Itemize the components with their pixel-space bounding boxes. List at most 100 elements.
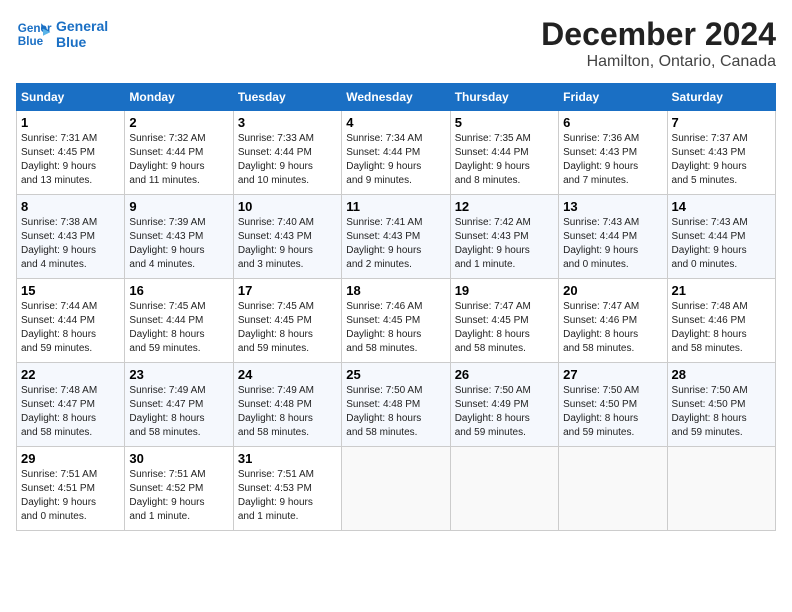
calendar-cell bbox=[667, 447, 775, 531]
week-row-1: 1 Sunrise: 7:31 AMSunset: 4:45 PMDaylight… bbox=[17, 111, 776, 195]
calendar-cell: 17Sunrise: 7:45 AMSunset: 4:45 PMDayligh… bbox=[233, 279, 341, 363]
day-number: 6 bbox=[563, 115, 662, 130]
svg-text:Blue: Blue bbox=[18, 35, 44, 48]
calendar-cell: 28Sunrise: 7:50 AMSunset: 4:50 PMDayligh… bbox=[667, 363, 775, 447]
day-number: 16 bbox=[129, 283, 228, 298]
day-number: 5 bbox=[455, 115, 554, 130]
day-number: 27 bbox=[563, 367, 662, 382]
week-row-3: 15 Sunrise: 7:44 AMSunset: 4:44 PMDayligh… bbox=[17, 279, 776, 363]
week-row-5: 29 Sunrise: 7:51 AMSunset: 4:51 PMDayligh… bbox=[17, 447, 776, 531]
calendar-cell: 12 Sunrise: 7:42 AMSunset: 4:43 PMDayligh… bbox=[450, 195, 558, 279]
day-number: 25 bbox=[346, 367, 445, 382]
calendar-cell: 29 Sunrise: 7:51 AMSunset: 4:51 PMDayligh… bbox=[17, 447, 125, 531]
calendar-cell: 8 Sunrise: 7:38 AMSunset: 4:43 PMDaylight… bbox=[17, 195, 125, 279]
calendar-cell bbox=[450, 447, 558, 531]
calendar-cell: 15 Sunrise: 7:44 AMSunset: 4:44 PMDayligh… bbox=[17, 279, 125, 363]
day-info: Sunrise: 7:33 AMSunset: 4:44 PMDaylight:… bbox=[238, 132, 337, 188]
logo: General Blue GeneralBlue bbox=[16, 16, 108, 52]
day-number: 31 bbox=[238, 451, 337, 466]
day-info: Sunrise: 7:49 AMSunset: 4:47 PMDaylight:… bbox=[129, 384, 228, 440]
day-number: 21 bbox=[672, 283, 771, 298]
calendar-cell: 1 Sunrise: 7:31 AMSunset: 4:45 PMDaylight… bbox=[17, 111, 125, 195]
calendar-cell: 10 Sunrise: 7:40 AMSunset: 4:43 PMDayligh… bbox=[233, 195, 341, 279]
day-number: 19 bbox=[455, 283, 554, 298]
calendar-cell: 2Sunrise: 7:32 AMSunset: 4:44 PMDaylight… bbox=[125, 111, 233, 195]
day-number: 8 bbox=[21, 199, 120, 214]
logo-icon: General Blue bbox=[16, 16, 52, 52]
calendar-cell: 13Sunrise: 7:43 AMSunset: 4:44 PMDayligh… bbox=[559, 195, 667, 279]
dow-header-friday: Friday bbox=[559, 84, 667, 111]
day-number: 10 bbox=[238, 199, 337, 214]
week-row-4: 22 Sunrise: 7:48 AMSunset: 4:47 PMDayligh… bbox=[17, 363, 776, 447]
dow-header-monday: Monday bbox=[125, 84, 233, 111]
page-header: General Blue GeneralBlue December 2024 H… bbox=[16, 16, 776, 71]
day-info: Sunrise: 7:45 AMSunset: 4:44 PMDaylight:… bbox=[129, 300, 228, 356]
dow-header-sunday: Sunday bbox=[17, 84, 125, 111]
calendar-title: December 2024 bbox=[541, 16, 776, 53]
day-number: 29 bbox=[21, 451, 120, 466]
day-number: 28 bbox=[672, 367, 771, 382]
day-number: 11 bbox=[346, 199, 445, 214]
day-number: 7 bbox=[672, 115, 771, 130]
day-info: Sunrise: 7:46 AMSunset: 4:45 PMDaylight:… bbox=[346, 300, 445, 356]
week-row-2: 8 Sunrise: 7:38 AMSunset: 4:43 PMDaylight… bbox=[17, 195, 776, 279]
day-number: 23 bbox=[129, 367, 228, 382]
day-info: Sunrise: 7:48 AMSunset: 4:46 PMDaylight:… bbox=[672, 300, 771, 356]
day-info: Sunrise: 7:36 AMSunset: 4:43 PMDaylight:… bbox=[563, 132, 662, 188]
day-number: 20 bbox=[563, 283, 662, 298]
calendar-table: SundayMondayTuesdayWednesdayThursdayFrid… bbox=[16, 83, 776, 531]
calendar-cell: 6 Sunrise: 7:36 AMSunset: 4:43 PMDaylight… bbox=[559, 111, 667, 195]
day-info: Sunrise: 7:49 AMSunset: 4:48 PMDaylight:… bbox=[238, 384, 337, 440]
day-info: Sunrise: 7:40 AMSunset: 4:43 PMDaylight:… bbox=[238, 216, 337, 272]
dow-header-saturday: Saturday bbox=[667, 84, 775, 111]
day-number: 3 bbox=[238, 115, 337, 130]
day-info: Sunrise: 7:51 AMSunset: 4:53 PMDaylight:… bbox=[238, 468, 337, 524]
calendar-cell: 5 Sunrise: 7:35 AMSunset: 4:44 PMDaylight… bbox=[450, 111, 558, 195]
day-info: Sunrise: 7:43 AMSunset: 4:44 PMDaylight:… bbox=[563, 216, 662, 272]
calendar-cell bbox=[559, 447, 667, 531]
day-info: Sunrise: 7:42 AMSunset: 4:43 PMDaylight:… bbox=[455, 216, 554, 272]
day-info: Sunrise: 7:34 AMSunset: 4:44 PMDaylight:… bbox=[346, 132, 445, 188]
title-block: December 2024 Hamilton, Ontario, Canada bbox=[541, 16, 776, 71]
day-info: Sunrise: 7:50 AMSunset: 4:48 PMDaylight:… bbox=[346, 384, 445, 440]
day-number: 30 bbox=[129, 451, 228, 466]
calendar-cell: 31 Sunrise: 7:51 AMSunset: 4:53 PMDayligh… bbox=[233, 447, 341, 531]
logo-text: GeneralBlue bbox=[56, 18, 108, 50]
calendar-cell bbox=[342, 447, 450, 531]
calendar-subtitle: Hamilton, Ontario, Canada bbox=[541, 53, 776, 71]
calendar-cell: 9Sunrise: 7:39 AMSunset: 4:43 PMDaylight… bbox=[125, 195, 233, 279]
day-number: 1 bbox=[21, 115, 120, 130]
day-number: 24 bbox=[238, 367, 337, 382]
day-number: 12 bbox=[455, 199, 554, 214]
day-info: Sunrise: 7:50 AMSunset: 4:50 PMDaylight:… bbox=[563, 384, 662, 440]
day-info: Sunrise: 7:38 AMSunset: 4:43 PMDaylight:… bbox=[21, 216, 120, 272]
dow-header-wednesday: Wednesday bbox=[342, 84, 450, 111]
day-info: Sunrise: 7:43 AMSunset: 4:44 PMDaylight:… bbox=[672, 216, 771, 272]
day-number: 4 bbox=[346, 115, 445, 130]
calendar-cell: 20 Sunrise: 7:47 AMSunset: 4:46 PMDayligh… bbox=[559, 279, 667, 363]
day-info: Sunrise: 7:31 AMSunset: 4:45 PMDaylight:… bbox=[21, 132, 120, 188]
day-info: Sunrise: 7:47 AMSunset: 4:46 PMDaylight:… bbox=[563, 300, 662, 356]
day-info: Sunrise: 7:44 AMSunset: 4:44 PMDaylight:… bbox=[21, 300, 120, 356]
calendar-body: 1 Sunrise: 7:31 AMSunset: 4:45 PMDaylight… bbox=[17, 111, 776, 531]
day-info: Sunrise: 7:35 AMSunset: 4:44 PMDaylight:… bbox=[455, 132, 554, 188]
day-number: 26 bbox=[455, 367, 554, 382]
day-number: 9 bbox=[129, 199, 228, 214]
calendar-cell: 18Sunrise: 7:46 AMSunset: 4:45 PMDayligh… bbox=[342, 279, 450, 363]
calendar-cell: 4 Sunrise: 7:34 AMSunset: 4:44 PMDaylight… bbox=[342, 111, 450, 195]
calendar-cell: 14Sunrise: 7:43 AMSunset: 4:44 PMDayligh… bbox=[667, 195, 775, 279]
day-number: 22 bbox=[21, 367, 120, 382]
day-info: Sunrise: 7:50 AMSunset: 4:49 PMDaylight:… bbox=[455, 384, 554, 440]
calendar-cell: 24 Sunrise: 7:49 AMSunset: 4:48 PMDayligh… bbox=[233, 363, 341, 447]
day-info: Sunrise: 7:48 AMSunset: 4:47 PMDaylight:… bbox=[21, 384, 120, 440]
calendar-cell: 27 Sunrise: 7:50 AMSunset: 4:50 PMDayligh… bbox=[559, 363, 667, 447]
day-number: 15 bbox=[21, 283, 120, 298]
day-info: Sunrise: 7:45 AMSunset: 4:45 PMDaylight:… bbox=[238, 300, 337, 356]
calendar-cell: 11 Sunrise: 7:41 AMSunset: 4:43 PMDayligh… bbox=[342, 195, 450, 279]
calendar-cell: 19 Sunrise: 7:47 AMSunset: 4:45 PMDayligh… bbox=[450, 279, 558, 363]
day-info: Sunrise: 7:47 AMSunset: 4:45 PMDaylight:… bbox=[455, 300, 554, 356]
day-info: Sunrise: 7:51 AMSunset: 4:51 PMDaylight:… bbox=[21, 468, 120, 524]
day-info: Sunrise: 7:51 AMSunset: 4:52 PMDaylight:… bbox=[129, 468, 228, 524]
day-info: Sunrise: 7:41 AMSunset: 4:43 PMDaylight:… bbox=[346, 216, 445, 272]
calendar-cell: 16 Sunrise: 7:45 AMSunset: 4:44 PMDayligh… bbox=[125, 279, 233, 363]
